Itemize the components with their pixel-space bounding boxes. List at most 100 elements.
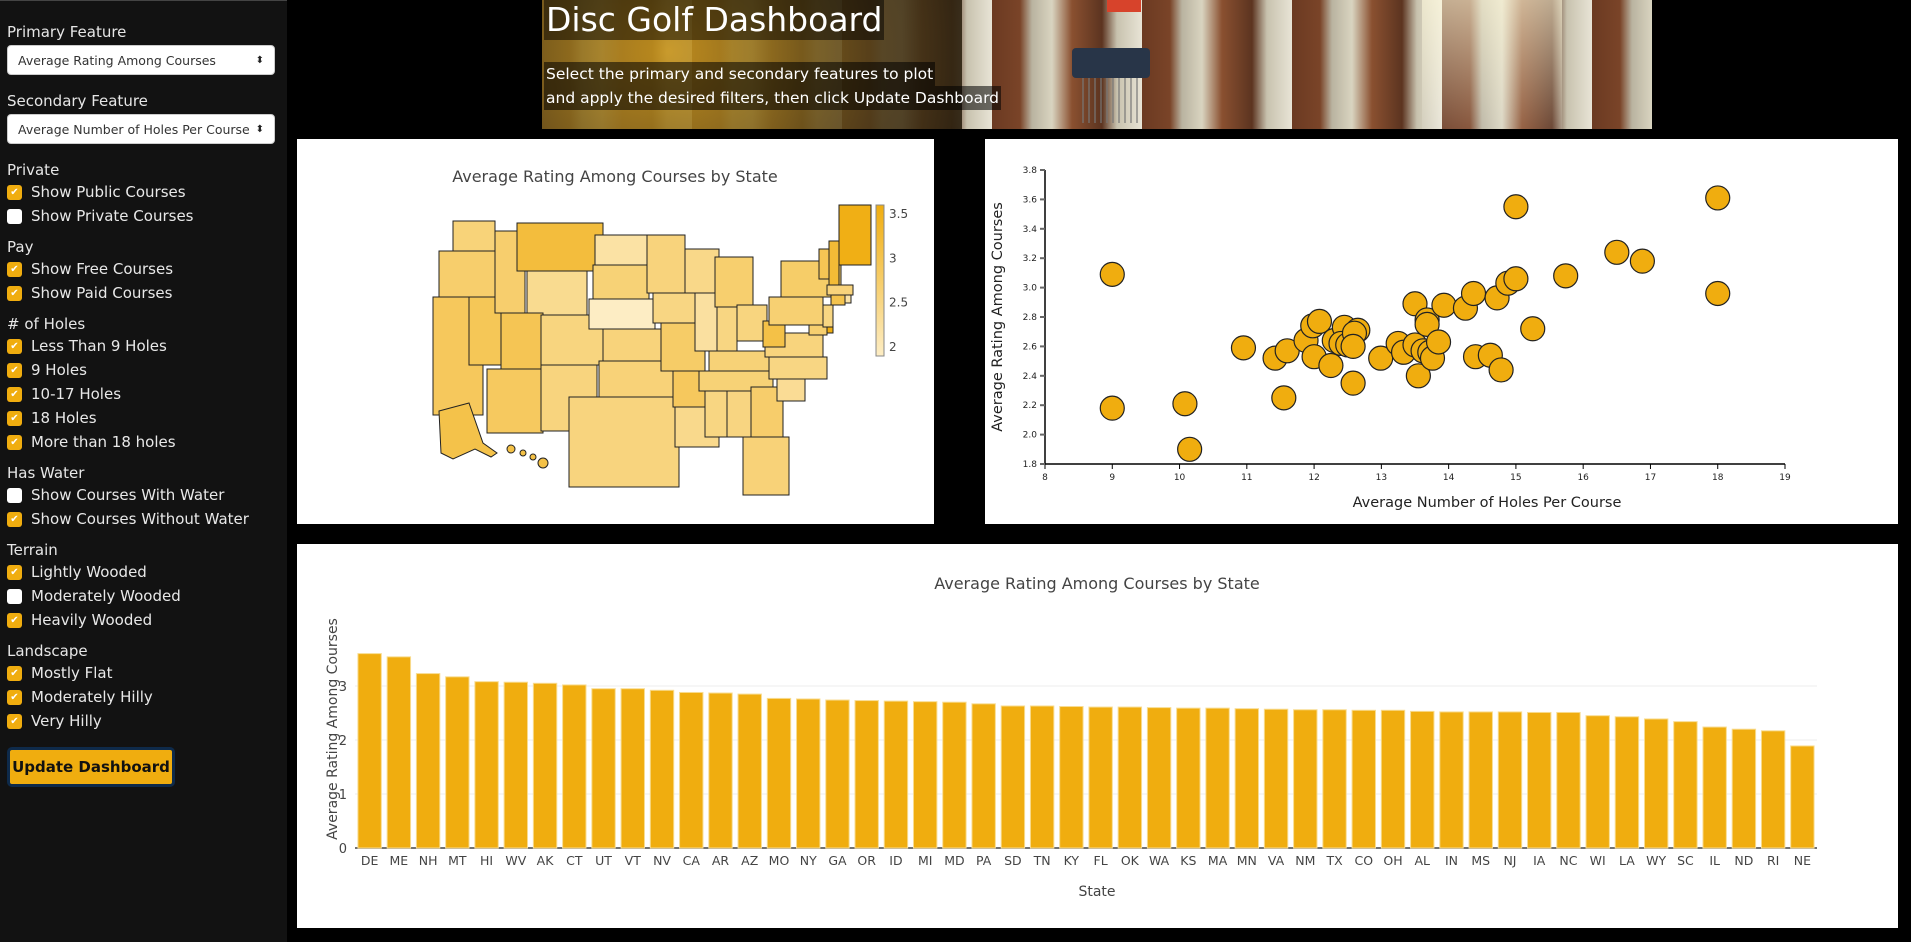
checkbox-unchecked-icon[interactable]	[7, 487, 22, 503]
state-sd[interactable]	[592, 264, 650, 300]
state-hi[interactable]	[506, 444, 516, 454]
bar-al[interactable]	[1410, 710, 1435, 849]
state-ky[interactable]	[708, 350, 772, 372]
state-il[interactable]	[694, 292, 718, 352]
checkbox-checked-icon[interactable]: ✔	[7, 386, 22, 402]
bar-nc[interactable]	[1556, 711, 1581, 849]
bar-ca[interactable]	[679, 691, 704, 849]
bar-wa[interactable]	[1146, 707, 1172, 849]
bar-ma[interactable]	[1205, 707, 1230, 849]
bar-nd[interactable]	[1731, 728, 1757, 849]
state-nc[interactable]	[768, 356, 828, 380]
bar-ks[interactable]	[1176, 707, 1201, 849]
bar-sc[interactable]	[1673, 721, 1698, 849]
filter-checkbox-10-17-holes[interactable]: ✔ 10-17 Holes	[7, 382, 280, 406]
checkbox-checked-icon[interactable]: ✔	[7, 612, 22, 628]
bar-wv[interactable]	[503, 681, 529, 849]
choropleth-map[interactable]: Average Rating Among Courses by State 3.…	[297, 139, 934, 524]
filter-checkbox-18-holes[interactable]: ✔ 18 Holes	[7, 406, 280, 430]
bar-ny[interactable]	[796, 698, 821, 849]
state-nj[interactable]	[822, 304, 834, 328]
scatter-point[interactable]	[1271, 385, 1297, 411]
bar-ne[interactable]	[1790, 745, 1815, 849]
bar-tx[interactable]	[1322, 709, 1347, 849]
scatter-plot[interactable]: 8 9 10 11 12 13 14 15 16 17 18 19 1.8 2.0 2.2 2.4 2.6 2.8…	[985, 139, 1898, 524]
state-al[interactable]	[726, 390, 754, 438]
scatter-point[interactable]	[1520, 316, 1546, 342]
checkbox-checked-icon[interactable]: ✔	[7, 410, 22, 426]
filter-checkbox-less-than-9-holes[interactable]: ✔ Less Than 9 Holes	[7, 334, 280, 358]
scatter-point[interactable]	[1099, 261, 1125, 287]
us-states[interactable]	[432, 204, 872, 496]
scatter-point[interactable]	[1503, 194, 1529, 220]
bar-tn[interactable]	[1029, 705, 1055, 849]
filter-checkbox-mostly-flat[interactable]: ✔ Mostly Flat	[7, 661, 280, 685]
filter-checkbox-show-public-courses[interactable]: ✔ Show Public Courses	[7, 180, 280, 204]
checkbox-checked-icon[interactable]: ✔	[7, 285, 22, 301]
checkbox-unchecked-icon[interactable]	[7, 588, 22, 604]
checkbox-checked-icon[interactable]: ✔	[7, 338, 22, 354]
scatter-point[interactable]	[1318, 352, 1344, 379]
filter-checkbox-show-courses-with-water[interactable]: Show Courses With Water	[7, 483, 280, 507]
bar-ri[interactable]	[1760, 730, 1786, 849]
bar-nj[interactable]	[1497, 711, 1523, 849]
scatter-point[interactable]	[1425, 329, 1452, 355]
scatter-point[interactable]	[1553, 263, 1579, 289]
bar-az[interactable]	[737, 693, 762, 849]
state-nd[interactable]	[594, 234, 648, 266]
filter-checkbox-very-hilly[interactable]: ✔ Very Hilly	[7, 709, 280, 733]
state-ct[interactable]	[830, 294, 846, 306]
state-wi[interactable]	[684, 248, 720, 294]
bar-ct[interactable]	[562, 684, 587, 849]
bar-mo[interactable]	[766, 697, 792, 849]
bar-ga[interactable]	[825, 699, 850, 849]
state-hi[interactable]	[537, 457, 549, 469]
checkbox-checked-icon[interactable]: ✔	[7, 713, 22, 729]
state-mi[interactable]	[714, 256, 754, 308]
filter-checkbox-moderately-hilly[interactable]: ✔ Moderately Hilly	[7, 685, 280, 709]
state-fl[interactable]	[742, 436, 790, 496]
state-wy[interactable]	[526, 270, 588, 316]
state-mt[interactable]	[516, 222, 604, 272]
update-dashboard-button[interactable]: Update Dashboard	[7, 747, 175, 787]
filter-checkbox-show-courses-without-water[interactable]: ✔ Show Courses Without Water	[7, 507, 280, 531]
bar-id[interactable]	[883, 700, 909, 849]
state-hi[interactable]	[519, 449, 527, 457]
bar-mn[interactable]	[1234, 708, 1260, 849]
state-me[interactable]	[838, 204, 872, 266]
filter-checkbox-moderately-wooded[interactable]: Moderately Wooded	[7, 584, 280, 608]
bar-la[interactable]	[1614, 716, 1640, 849]
bar-hi[interactable]	[474, 681, 499, 849]
state-sc[interactable]	[776, 378, 806, 402]
state-ma[interactable]	[826, 284, 854, 296]
filter-checkbox-9-holes[interactable]: ✔ 9 Holes	[7, 358, 280, 382]
bar-md[interactable]	[942, 701, 967, 849]
state-mn[interactable]	[646, 234, 686, 294]
state-ne[interactable]	[588, 298, 656, 330]
checkbox-checked-icon[interactable]: ✔	[7, 511, 22, 527]
scatter-point[interactable]	[1099, 395, 1125, 421]
bar-pa[interactable]	[971, 703, 996, 849]
scatter-point[interactable]	[1629, 248, 1655, 274]
secondary-feature-select[interactable]: Average Number of Holes Per Course ⬍	[7, 114, 275, 144]
checkbox-checked-icon[interactable]: ✔	[7, 434, 22, 450]
state-az[interactable]	[486, 368, 544, 434]
filter-checkbox-show-free-courses[interactable]: ✔ Show Free Courses	[7, 257, 280, 281]
state-ms[interactable]	[704, 390, 728, 438]
state-ia[interactable]	[652, 292, 698, 324]
bar-chart[interactable]: Average Rating Among Courses by State DE…	[297, 544, 1898, 928]
scatter-point[interactable]	[1230, 335, 1257, 361]
bars[interactable]	[357, 653, 1815, 849]
scatter-point[interactable]	[1177, 436, 1203, 462]
bar-ak[interactable]	[532, 682, 558, 849]
state-hi[interactable]	[529, 453, 537, 461]
state-nh[interactable]	[828, 240, 840, 286]
bar-ut[interactable]	[591, 688, 616, 849]
bar-il[interactable]	[1702, 726, 1727, 849]
scatter-point[interactable]	[1488, 357, 1514, 383]
scatter-point[interactable]	[1604, 239, 1630, 265]
state-pa[interactable]	[768, 296, 824, 326]
bar-fl[interactable]	[1088, 706, 1113, 849]
bar-wy[interactable]	[1643, 718, 1669, 849]
filter-checkbox-heavily-wooded[interactable]: ✔ Heavily Wooded	[7, 608, 280, 632]
